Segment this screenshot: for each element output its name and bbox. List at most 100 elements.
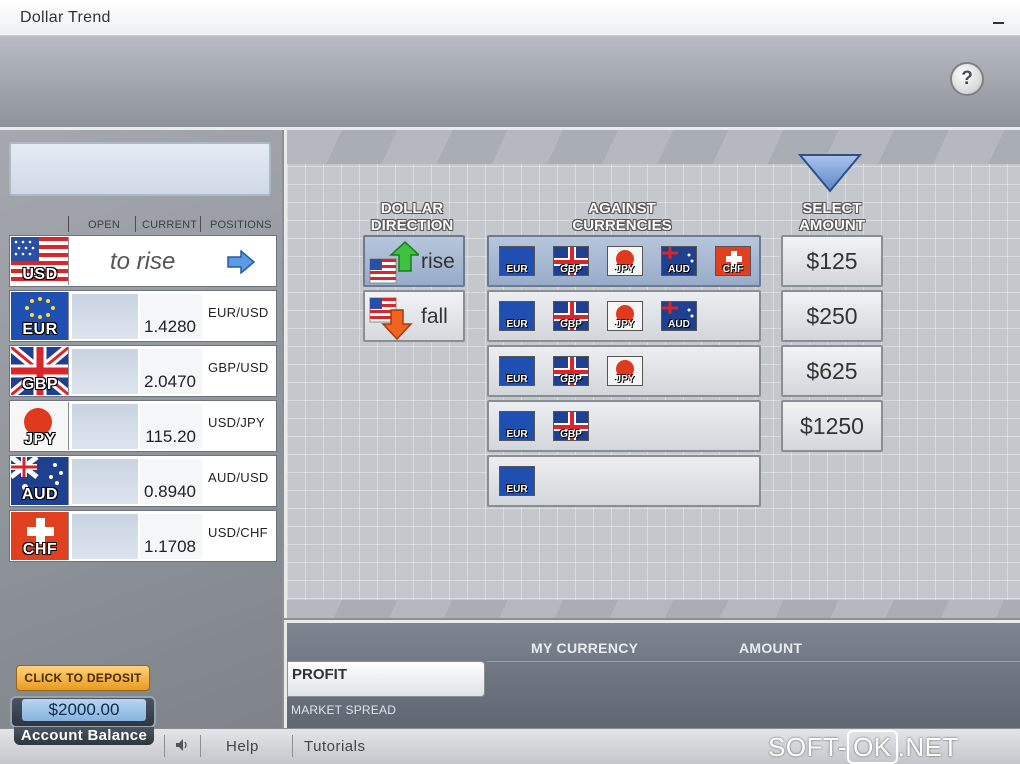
eu-flag-icon: EUR	[499, 301, 535, 331]
eu-flag-icon: EUR	[499, 246, 535, 276]
currency-pair: AUD/USD	[208, 470, 269, 485]
window-title: Dollar Trend	[20, 9, 111, 26]
my-currency-label: MY CURRENCY	[531, 640, 639, 656]
market-spread-label: MARKET SPREAD	[291, 703, 397, 717]
arrow-right-icon[interactable]	[226, 249, 256, 275]
against-currencies-title: AGAINST CURRENCIES	[572, 200, 672, 234]
fall-label: fall	[421, 305, 448, 328]
direction-text: to rise	[110, 248, 176, 275]
australia-flag-icon: AUD	[661, 246, 697, 276]
select-triangle-icon	[797, 154, 863, 193]
current-cell: 1.1708	[140, 514, 202, 559]
amount-button-1250[interactable]: $1250	[781, 400, 883, 452]
eu-flag-icon: EUR	[499, 356, 535, 386]
currency-pair: GBP/USD	[208, 360, 269, 375]
trade-panel: DOLLAR DIRECTION AGAINST CURRENCIES SELE…	[284, 130, 1020, 618]
minimize-button[interactable]	[992, 10, 1006, 26]
rise-button[interactable]: rise	[363, 235, 465, 287]
open-cell	[72, 404, 138, 449]
profit-box: PROFIT	[287, 661, 485, 697]
open-cell	[72, 349, 138, 394]
title-bar: Dollar Trend	[0, 0, 1020, 36]
amount-button-625[interactable]: $625	[781, 345, 883, 397]
rate-row-chf[interactable]: CHF 1.1708 USD/CHF	[9, 510, 277, 562]
jpy-code: JPY	[24, 431, 56, 448]
fall-arrow-icon	[369, 297, 413, 340]
amount-label: AMOUNT	[739, 640, 803, 656]
eu-flag-icon: EUR	[499, 411, 535, 441]
swiss-flag-icon: CHF	[11, 512, 69, 560]
current-rate: 1.4280	[144, 317, 196, 336]
eu-flag-icon: EUR	[11, 292, 69, 340]
japan-flag-icon: JPY	[11, 402, 69, 450]
info-panel: MY CURRENCY AMOUNT PROFIT MARKET SPREAD	[284, 620, 1020, 728]
balance-amount: $2000.00	[22, 699, 146, 721]
against-row-3[interactable]: EUR GBP JPY	[487, 345, 761, 397]
uk-flag-icon: GBP	[553, 356, 589, 386]
stripe-band-top	[287, 130, 1020, 164]
rise-label: rise	[421, 250, 455, 273]
rates-panel: OPEN CURRENT POSITIONS USD to rise EUR 1…	[0, 130, 282, 728]
current-rate: 115.20	[145, 427, 196, 446]
against-row-2[interactable]: EUR GBP	[487, 400, 761, 452]
tutorials-link[interactable]: Tutorials	[304, 738, 365, 755]
fall-button[interactable]: fall	[363, 290, 465, 342]
currency-pair: USD/CHF	[208, 525, 268, 540]
uk-flag-icon: GBP	[553, 411, 589, 441]
deposit-button[interactable]: CLICK TO DEPOSIT	[16, 665, 150, 691]
account-balance-box: $2000.00	[10, 696, 156, 728]
against-row-1[interactable]: EUR	[487, 455, 761, 507]
australia-flag-icon: AUD	[11, 457, 69, 505]
current-rate: 1.1708	[144, 537, 196, 556]
column-open: OPEN	[88, 219, 120, 231]
usd-row[interactable]: USD to rise	[9, 235, 277, 287]
rise-arrow-icon	[369, 241, 419, 284]
header-band: ?	[0, 36, 1020, 130]
stripe-band-bottom	[287, 600, 1020, 618]
rates-column-headers: OPEN CURRENT POSITIONS	[0, 214, 282, 234]
current-cell: 115.20	[140, 404, 202, 449]
against-row-5[interactable]: EUR GBP JPY AUD CHF	[487, 235, 761, 287]
message-display	[9, 142, 271, 196]
rate-row-gbp[interactable]: GBP 2.0470 GBP/USD	[9, 345, 277, 397]
chf-code: CHF	[22, 541, 58, 558]
column-current: CURRENT	[142, 219, 198, 231]
watermark: SOFT- OK .NET	[768, 730, 959, 764]
uk-flag-icon: GBP	[553, 246, 589, 276]
column-positions: POSITIONS	[210, 219, 272, 231]
current-cell: 2.0470	[140, 349, 202, 394]
current-cell: 0.8940	[140, 459, 202, 504]
open-cell	[72, 294, 138, 339]
gbp-code: GBP	[21, 376, 59, 393]
rate-row-eur[interactable]: EUR 1.4280 EUR/USD	[9, 290, 277, 342]
aud-code: AUD	[21, 486, 59, 503]
help-icon[interactable]: ?	[950, 62, 984, 96]
help-link[interactable]: Help	[226, 738, 259, 755]
account-balance-label: Account Balance	[14, 727, 154, 745]
current-cell: 1.4280	[140, 294, 202, 339]
uk-flag-icon: GBP	[11, 347, 69, 395]
select-amount-title: SELECT AMOUNT	[799, 200, 865, 234]
rate-row-aud[interactable]: AUD 0.8940 AUD/USD	[9, 455, 277, 507]
current-rate: 2.0470	[144, 372, 196, 391]
japan-flag-icon: JPY	[607, 246, 643, 276]
japan-flag-icon: JPY	[607, 356, 643, 386]
against-row-4[interactable]: EUR GBP JPY AUD	[487, 290, 761, 342]
uk-flag-icon: GBP	[553, 301, 589, 331]
amount-button-125[interactable]: $125	[781, 235, 883, 287]
open-cell	[72, 459, 138, 504]
japan-flag-icon: JPY	[607, 301, 643, 331]
profit-label: PROFIT	[292, 666, 347, 683]
rate-row-jpy[interactable]: JPY 115.20 USD/JPY	[9, 400, 277, 452]
usd-code: USD	[22, 266, 58, 283]
usa-flag-icon: USD	[11, 237, 69, 285]
swiss-flag-icon: CHF	[715, 246, 751, 276]
open-cell	[72, 514, 138, 559]
currency-pair: EUR/USD	[208, 305, 269, 320]
speaker-icon[interactable]	[174, 737, 190, 757]
amount-button-250[interactable]: $250	[781, 290, 883, 342]
eur-code: EUR	[22, 321, 58, 338]
bottom-bar: Account Balance Help Tutorials SOFT- OK .N…	[0, 727, 1020, 764]
currency-pair: USD/JPY	[208, 415, 266, 430]
dollar-direction-title: DOLLAR DIRECTION	[370, 200, 454, 234]
